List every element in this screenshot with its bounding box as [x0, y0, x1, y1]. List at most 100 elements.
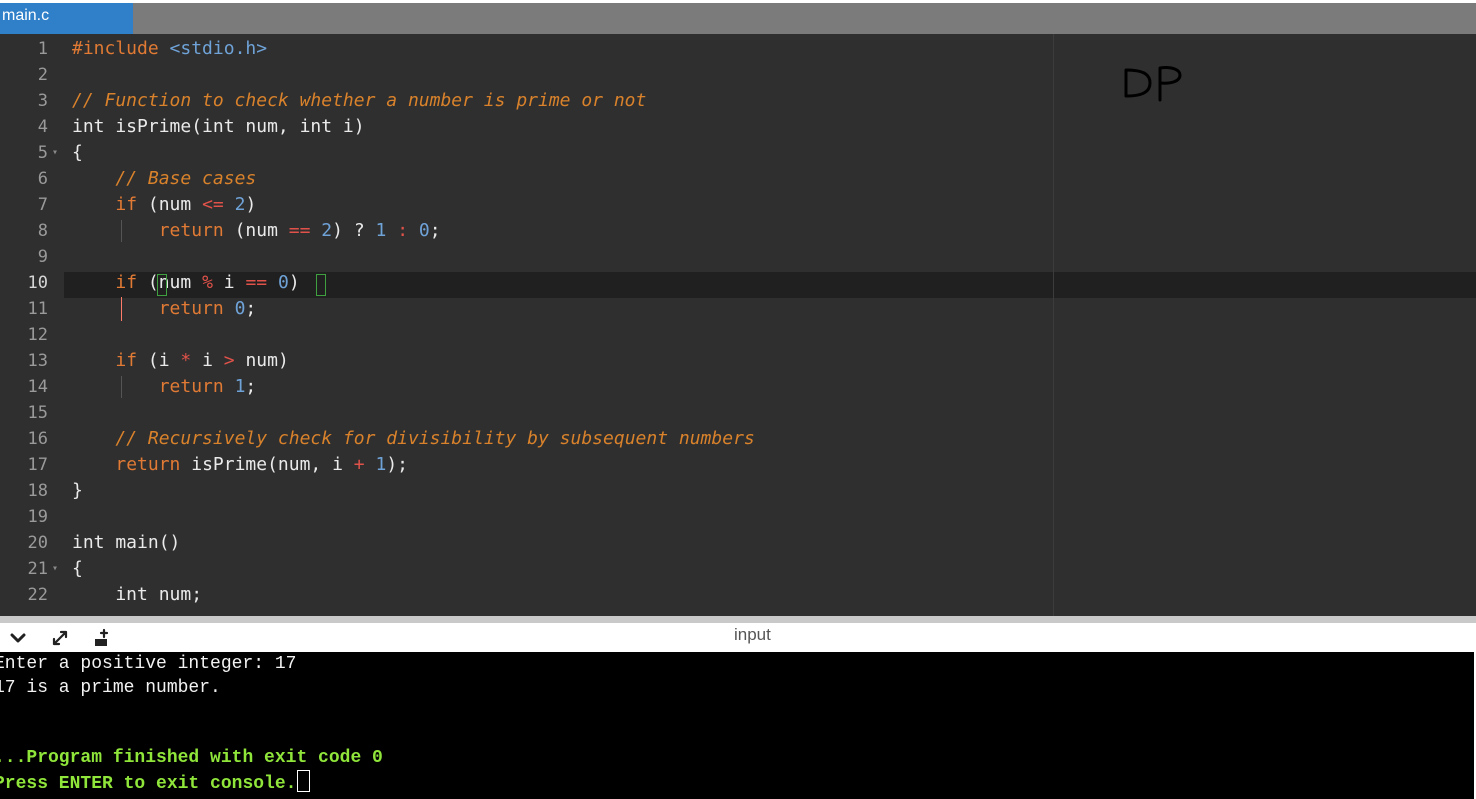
- code-token: // Recursively check for divisibility by…: [115, 428, 755, 449]
- code-editor[interactable]: 1 2 3 4 5 ▾ 6 7 8 9 10 11 12 13 14 15 16 17 18 19 20 21 ▾ 22 #i…: [0, 34, 1476, 616]
- console-input-label[interactable]: input: [734, 625, 771, 645]
- code-token: (num: [223, 220, 289, 241]
- line-number: 6: [37, 169, 48, 189]
- code-token: }: [72, 480, 83, 501]
- line-number: 11: [27, 299, 48, 319]
- code-token: 0: [234, 298, 246, 319]
- line-number: 17: [27, 455, 48, 475]
- line-number: 9: [37, 247, 48, 267]
- code-line[interactable]: // Function to check whether a number is…: [72, 88, 646, 114]
- code-token: return: [158, 376, 224, 397]
- exit-prompt-text: Press ENTER to exit console.: [0, 774, 297, 794]
- code-token: i: [212, 272, 246, 293]
- code-token: num): [234, 350, 289, 371]
- code-line[interactable]: int main(): [72, 530, 180, 556]
- code-line[interactable]: #include <stdio.h>: [72, 36, 267, 62]
- line-number: 13: [27, 351, 48, 371]
- code-token: <stdio.h>: [169, 38, 268, 59]
- console-line: Enter a positive integer: 17: [0, 654, 297, 674]
- code-token: ;: [429, 220, 441, 241]
- code-token: ): [288, 272, 300, 293]
- code-token: if: [115, 272, 138, 293]
- code-line[interactable]: return 1;: [72, 374, 257, 400]
- code-line[interactable]: {: [72, 140, 83, 166]
- indent-guide: [121, 220, 122, 242]
- tab-main-c[interactable]: main.c: [0, 3, 133, 34]
- code-token: ==: [288, 220, 311, 241]
- chevron-down-icon[interactable]: [8, 628, 28, 648]
- line-number: 3: [37, 91, 48, 111]
- tab-strip: [0, 3, 1476, 34]
- code-token: if: [115, 194, 138, 215]
- console-line: 17 is a prime number.: [0, 678, 221, 698]
- fold-toggle-icon[interactable]: ▾: [52, 140, 58, 166]
- line-number: 5: [37, 143, 48, 163]
- line-number-gutter: 1 2 3 4 5 ▾ 6 7 8 9 10 11 12 13 14 15 16 17 18 19 20 21 ▾ 22: [0, 34, 64, 616]
- console-output[interactable]: Enter a positive integer: 17 17 is a pri…: [0, 652, 1476, 799]
- fold-toggle-icon[interactable]: ▾: [52, 556, 58, 582]
- code-token: // Base cases: [115, 168, 257, 189]
- code-line[interactable]: if (i * i > num): [72, 348, 289, 374]
- code-token: int isPrime(int num, int i): [72, 116, 365, 137]
- code-token: 1: [375, 454, 387, 475]
- console-cursor[interactable]: [297, 770, 311, 792]
- line-number: 7: [37, 195, 48, 215]
- code-token: ==: [245, 272, 268, 293]
- code-token: return: [158, 298, 224, 319]
- matching-bracket-close: [316, 274, 326, 296]
- code-line[interactable]: int isPrime(int num, int i): [72, 114, 365, 140]
- code-token: :: [397, 220, 409, 241]
- code-token: *: [180, 350, 192, 371]
- code-line[interactable]: // Recursively check for divisibility by…: [72, 426, 755, 452]
- code-token: {: [72, 142, 83, 163]
- line-number: 15: [27, 403, 48, 423]
- code-token: 2: [321, 220, 333, 241]
- code-token: 1: [375, 220, 387, 241]
- line-number: 22: [27, 585, 48, 605]
- code-line[interactable]: {: [72, 556, 83, 582]
- exit-prompt-line: Press ENTER to exit console.: [0, 770, 311, 796]
- code-token: ) ?: [332, 220, 376, 241]
- code-line[interactable]: if (num <= 2): [72, 192, 256, 218]
- code-token: ;: [245, 298, 257, 319]
- code-line[interactable]: }: [72, 478, 83, 504]
- line-number: 20: [27, 533, 48, 553]
- code-line[interactable]: int num;: [72, 582, 202, 608]
- code-token: 2: [234, 194, 246, 215]
- line-number: 18: [27, 481, 48, 501]
- code-token: ;: [245, 376, 257, 397]
- code-line[interactable]: return isPrime(num, i + 1);: [72, 452, 408, 478]
- stop-console-icon[interactable]: [92, 628, 112, 648]
- code-token: >: [223, 350, 235, 371]
- line-number: 12: [27, 325, 48, 345]
- code-line[interactable]: return (num == 2) ? 1 : 0;: [72, 218, 441, 244]
- line-number: 8: [37, 221, 48, 241]
- code-line[interactable]: // Base cases: [72, 166, 256, 192]
- code-token: 0: [418, 220, 430, 241]
- line-number: 14: [27, 377, 48, 397]
- code-token: i: [191, 350, 224, 371]
- code-token: 0: [277, 272, 289, 293]
- code-token: if: [115, 350, 138, 371]
- code-token: +: [353, 454, 365, 475]
- code-line[interactable]: if (num % i == 0): [72, 270, 300, 296]
- code-token: isPrime(num, i: [180, 454, 354, 475]
- code-line[interactable]: return 0;: [72, 296, 257, 322]
- code-token: (num: [137, 194, 203, 215]
- code-token: (i: [137, 350, 181, 371]
- code-token: %: [202, 272, 213, 293]
- expand-icon[interactable]: [50, 628, 70, 648]
- line-number: 16: [27, 429, 48, 449]
- handwritten-annotation: DP: [1124, 66, 1182, 102]
